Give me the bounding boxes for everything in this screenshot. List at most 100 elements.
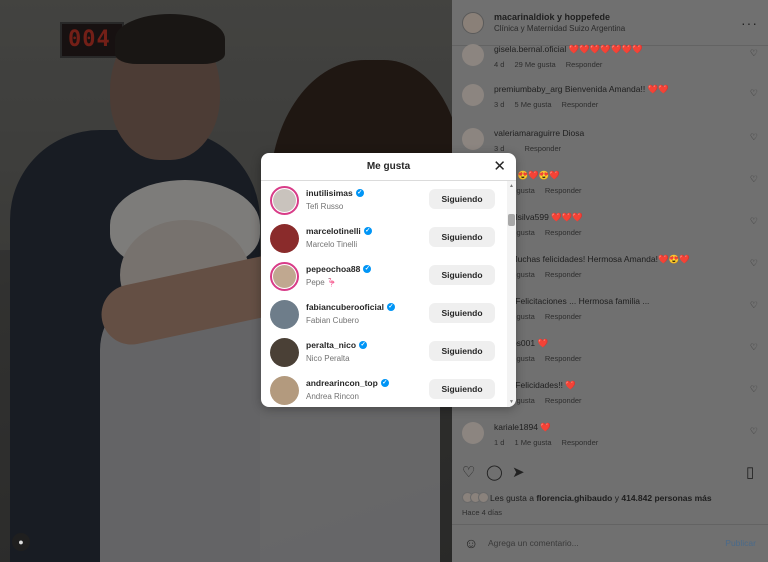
liked-by-summary[interactable]: Les gusta a florencia.ghibaudo y 414.842… <box>462 492 712 503</box>
comment-meta: 4 d 29 Me gusta Responder <box>494 60 612 69</box>
reply-link[interactable]: Responder <box>545 396 582 405</box>
username[interactable]: andrearincon_top <box>306 378 378 388</box>
avatar[interactable] <box>270 376 299 405</box>
username-link[interactable]: peralta_nico ✓ <box>306 340 368 350</box>
share-send-icon[interactable]: ➤ <box>512 462 525 484</box>
following-button[interactable]: Siguiendo <box>429 303 495 323</box>
avatar <box>478 492 489 503</box>
like-heart-icon[interactable]: ♡ <box>750 384 758 395</box>
reply-link[interactable]: Responder <box>545 186 582 195</box>
reply-link[interactable]: Responder <box>545 354 582 363</box>
list-item: premiumbaby_arg Bienvenida Amanda!! ❤️❤️… <box>462 82 762 122</box>
comment-text: maria 😍❤️😍❤️ <box>494 170 560 180</box>
scroll-up-arrow-icon[interactable]: ▲ <box>509 183 514 189</box>
comment-text: 7261 Felicitaciones ... Hermosa familia … <box>494 296 650 306</box>
following-button[interactable]: Siguiendo <box>429 379 495 399</box>
username-link[interactable]: pepeochoa88 ✓ <box>306 264 372 274</box>
like-heart-icon[interactable]: ♡ <box>750 216 758 227</box>
scroll-thumb[interactable] <box>508 214 515 226</box>
comment-likes[interactable]: 1 Me gusta <box>514 438 551 447</box>
likes-scrollbar[interactable]: ▲ ▼ <box>507 181 516 407</box>
likes-list: inutilisimas ✓ Tefi Russo Siguiendo marce… <box>261 181 516 407</box>
comment-likes[interactable]: 29 Me gusta <box>514 60 555 69</box>
reply-link[interactable]: Responder <box>562 438 599 447</box>
comment-time: 3 d <box>494 144 505 153</box>
comment-text: 043 Muchas felicidades! Hermosa Amanda!❤… <box>494 254 690 264</box>
avatar[interactable] <box>270 338 299 367</box>
list-item: fabiancuberooficial ✓ Fabian Cubero Sigui… <box>261 297 506 335</box>
avatar[interactable] <box>270 300 299 329</box>
comment-text: gisela.bernal.oficial ❤️❤️❤️❤️❤️❤️❤️ <box>494 44 643 54</box>
username[interactable]: marcelotinelli <box>306 226 361 236</box>
comment-input[interactable]: Agrega un comentario... <box>488 538 579 548</box>
post-timestamp: Hace 4 días <box>462 508 503 517</box>
post-author[interactable]: macarinaldiok y hoppefede <box>494 12 741 22</box>
comment-meta: 1 d 1 Me gusta Responder <box>494 438 608 447</box>
following-button[interactable]: Siguiendo <box>429 227 495 247</box>
avatar[interactable] <box>270 262 299 291</box>
username[interactable]: fabiancuberooficial <box>306 302 384 312</box>
following-button[interactable]: Siguiendo <box>429 265 495 285</box>
user-tag-icon[interactable]: ● <box>12 533 30 551</box>
full-name: Tefi Russo <box>306 202 344 211</box>
avatar[interactable] <box>462 128 484 150</box>
avatar[interactable] <box>462 11 484 34</box>
verified-badge-icon: ✓ <box>363 265 372 273</box>
like-heart-icon[interactable]: ♡ <box>462 462 475 484</box>
save-bookmark-icon[interactable]: ▯ <box>746 462 754 484</box>
like-heart-icon[interactable]: ♡ <box>750 300 758 311</box>
verified-badge-icon: ✓ <box>359 341 368 349</box>
avatar[interactable] <box>462 84 484 106</box>
more-options-icon[interactable]: ··· <box>741 15 758 31</box>
post-meta: macarinaldiok y hoppefede Clínica y Mate… <box>494 12 741 33</box>
full-name: Fabian Cubero <box>306 316 359 325</box>
avatar[interactable] <box>462 422 484 444</box>
emoji-smile-icon[interactable]: ☺ <box>464 535 478 551</box>
reply-link[interactable]: Responder <box>545 270 582 279</box>
scroll-down-arrow-icon[interactable]: ▼ <box>509 399 514 405</box>
username[interactable]: pepeochoa88 <box>306 264 360 274</box>
comment-bubble-icon[interactable]: ◯ <box>486 462 503 484</box>
username-link[interactable]: marcelotinelli ✓ <box>306 226 372 236</box>
like-heart-icon[interactable]: ♡ <box>750 426 758 437</box>
reply-link[interactable]: Responder <box>545 312 582 321</box>
comment-likes[interactable]: 5 Me gusta <box>514 100 551 109</box>
username-link[interactable]: andrearincon_top ✓ <box>306 378 389 388</box>
post-location[interactable]: Clínica y Maternidad Suizo Argentina <box>494 24 741 33</box>
following-button[interactable]: Siguiendo <box>429 189 495 209</box>
modal-header: Me gusta ✕ <box>261 153 516 181</box>
list-item: gisela.bernal.oficial ❤️❤️❤️❤️❤️❤️❤️ 4 d… <box>462 42 762 82</box>
like-heart-icon[interactable]: ♡ <box>750 88 758 99</box>
likes-count[interactable]: 414.842 personas más <box>621 493 711 503</box>
publish-button[interactable]: Publicar <box>725 538 756 548</box>
instagram-post-viewer: 004 ● macarinaldiok y hoppefede Clínica … <box>0 0 768 562</box>
comment-time: 1 d <box>494 438 505 447</box>
liked-by-user[interactable]: florencia.ghibaudo <box>536 493 612 503</box>
username-link[interactable]: fabiancuberooficial ✓ <box>306 302 395 312</box>
like-heart-icon[interactable]: ♡ <box>750 48 758 59</box>
username[interactable]: inutilisimas <box>306 188 353 198</box>
like-heart-icon[interactable]: ♡ <box>750 258 758 269</box>
comment-text: raquelsilva599 ❤️❤️❤️ <box>494 212 583 222</box>
avatar[interactable] <box>462 44 484 66</box>
following-button[interactable]: Siguiendo <box>429 341 495 361</box>
close-icon[interactable]: ✕ <box>493 157 506 177</box>
avatar[interactable] <box>270 186 299 215</box>
post-actions: ♡ ◯ ➤ ▯ <box>452 462 768 486</box>
username-link[interactable]: inutilisimas ✓ <box>306 188 364 198</box>
reply-link[interactable]: Responder <box>524 144 561 153</box>
verified-badge-icon: ✓ <box>363 227 372 235</box>
full-name: Andrea Rincon <box>306 392 359 401</box>
list-item: pepeochoa88 ✓ Pepe 🦩 Siguiendo <box>261 259 506 297</box>
reply-link[interactable]: Responder <box>562 100 599 109</box>
list-item: kariale1894 ❤️ 1 d 1 Me gusta Responder ♡ <box>462 420 762 450</box>
reply-link[interactable]: Responder <box>566 60 603 69</box>
avatar[interactable] <box>270 224 299 253</box>
username[interactable]: peralta_nico <box>306 340 356 350</box>
likes-modal: Me gusta ✕ inutilisimas ✓ Tefi Russo Sigu… <box>261 153 516 407</box>
like-heart-icon[interactable]: ♡ <box>750 174 758 185</box>
like-heart-icon[interactable]: ♡ <box>750 132 758 143</box>
reply-link[interactable]: Responder <box>545 228 582 237</box>
like-heart-icon[interactable]: ♡ <box>750 342 758 353</box>
add-comment-bar: ☺ Agrega un comentario... Publicar <box>452 524 768 562</box>
